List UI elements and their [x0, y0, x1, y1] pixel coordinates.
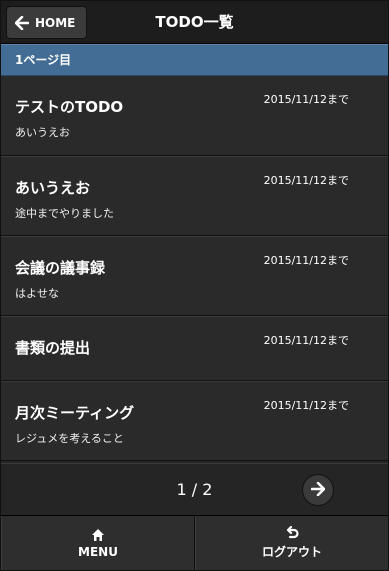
pager: 1 / 2 [1, 463, 388, 515]
app: HOME TODO一覧 1ページ目 テストのTODO あいうえお 2015/11… [0, 0, 389, 571]
todo-description: あいうえお [15, 126, 70, 139]
todo-item[interactable]: 月次ミーティング レジュメを考えること 2015/11/12まで [1, 381, 388, 461]
todo-due-date: 2015/11/12まで [263, 334, 349, 347]
arrow-right-icon [310, 481, 326, 500]
footer-nav: MENU ログアウト [1, 515, 388, 570]
todo-title: 会議の議事録 [15, 259, 106, 277]
menu-button[interactable]: MENU [1, 516, 195, 570]
arrow-left-icon [15, 15, 29, 30]
home-icon [91, 528, 105, 542]
todo-due-date: 2015/11/12まで [263, 254, 349, 267]
todo-item[interactable]: 書類の提出 2015/11/12まで [1, 316, 388, 381]
header-bar: HOME TODO一覧 [1, 1, 388, 44]
todo-description: 途中までやりました [15, 207, 114, 220]
undo-icon [285, 526, 299, 540]
todo-due-date: 2015/11/12まで [263, 174, 349, 187]
todo-title: あいうえお [15, 179, 91, 197]
page-divider: 1ページ目 [1, 44, 388, 76]
todo-list: テストのTODO あいうえお 2015/11/12まで あいうえお 途中までやり… [1, 76, 388, 461]
todo-description: レジュメを考えること [15, 432, 124, 445]
logout-button[interactable]: ログアウト [195, 516, 388, 570]
todo-due-date: 2015/11/12まで [263, 399, 349, 412]
todo-title: 書類の提出 [15, 339, 91, 357]
home-button[interactable]: HOME [6, 6, 87, 39]
page-title: TODO一覧 [155, 13, 234, 31]
menu-button-label: MENU [78, 544, 118, 559]
todo-item[interactable]: あいうえお 途中までやりました 2015/11/12まで [1, 156, 388, 236]
todo-title: 月次ミーティング [15, 404, 135, 422]
next-page-button[interactable] [302, 474, 334, 506]
todo-item[interactable]: 会議の議事録 はよせな 2015/11/12まで [1, 236, 388, 316]
todo-item[interactable]: テストのTODO あいうえお 2015/11/12まで [1, 76, 388, 156]
logout-button-label: ログアウト [261, 545, 322, 559]
todo-description: はよせな [15, 287, 59, 300]
todo-title: テストのTODO [15, 98, 124, 116]
todo-due-date: 2015/11/12まで [263, 93, 349, 106]
home-button-label: HOME [35, 15, 76, 30]
